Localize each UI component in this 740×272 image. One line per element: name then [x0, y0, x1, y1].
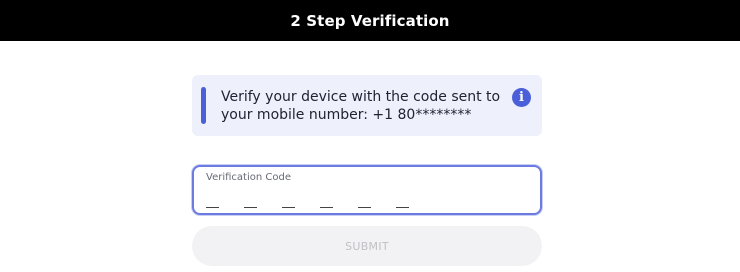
code-digit-6[interactable] — [396, 192, 409, 208]
info-accent-bar — [201, 87, 206, 124]
verification-code-digits[interactable] — [206, 192, 434, 208]
top-bar: 2 Step Verification — [0, 0, 740, 41]
code-digit-4[interactable] — [320, 192, 333, 208]
verification-code-label: Verification Code — [206, 172, 291, 183]
code-digit-3[interactable] — [282, 192, 295, 208]
info-message-text: Verify your device with the code sent to… — [221, 89, 501, 123]
code-digit-1[interactable] — [206, 192, 219, 208]
info-message-box: Verify your device with the code sent to… — [192, 75, 542, 136]
submit-button[interactable]: SUBMIT — [192, 226, 542, 266]
code-digit-2[interactable] — [244, 192, 257, 208]
code-digit-5[interactable] — [358, 192, 371, 208]
info-icon: i — [512, 88, 531, 107]
page-title: 2 Step Verification — [290, 11, 450, 30]
verification-code-field[interactable]: Verification Code — [192, 165, 542, 215]
